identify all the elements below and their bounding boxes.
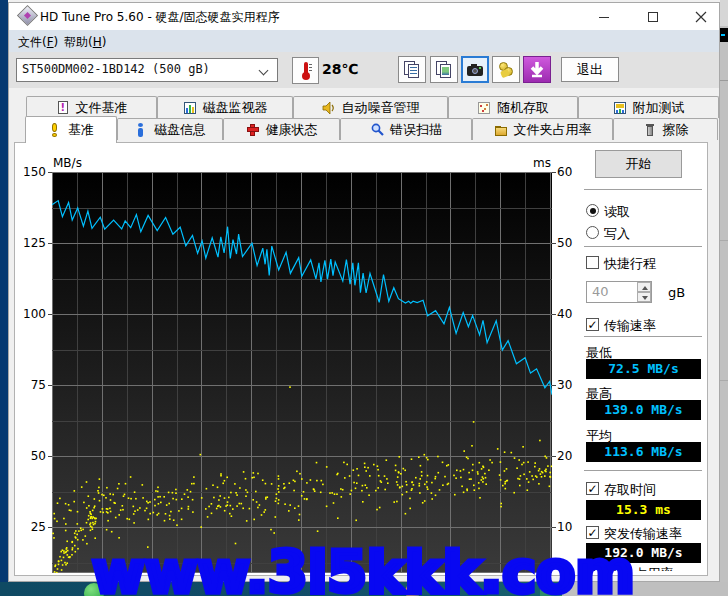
download-arrow-icon (524, 57, 550, 82)
screenshot-button[interactable] (461, 56, 489, 83)
benchmark-chart (52, 172, 552, 573)
menu-file[interactable]: 文件(F) (14, 33, 62, 52)
tab-erase[interactable]: 擦除 (613, 118, 718, 140)
avg-value: 113.6 MB/s (586, 442, 701, 462)
temperature-button[interactable] (292, 57, 319, 84)
tab-error-scan[interactable]: 错误扫描 (340, 118, 472, 140)
benchmark-icon (48, 123, 62, 137)
temperature-value: 28℃ (322, 61, 358, 77)
health-cross-icon (246, 123, 260, 137)
desktop-wallpaper-strip (0, 0, 8, 596)
speaker-icon (322, 101, 336, 115)
minimize-button[interactable] (595, 8, 613, 26)
radio-read-label: 读取 (604, 203, 630, 221)
checkbox-access-time[interactable]: ✓ (586, 482, 599, 495)
save-button[interactable] (523, 56, 551, 83)
checkbox-burst-rate[interactable]: ✓ (586, 526, 599, 539)
max-value: 139.0 MB/s (586, 400, 701, 420)
tab-random-access[interactable]: 随机存取 (448, 96, 578, 118)
checkbox-transfer-label: 传输速率 (604, 317, 656, 335)
watermark: www.3l5kkk.com (92, 539, 635, 596)
trash-icon (643, 123, 657, 137)
separator (584, 336, 702, 338)
start-button[interactable]: 开始 (595, 150, 682, 178)
left-axis-unit: MB/s (53, 156, 82, 170)
tab-disk-info[interactable]: 磁盘信息 (117, 118, 223, 140)
radio-write[interactable] (586, 226, 599, 239)
spin-up-button[interactable] (637, 282, 651, 292)
background-window-strip (720, 0, 728, 582)
right-axis-unit: ms (512, 156, 551, 170)
separator (584, 246, 702, 248)
checkbox-shortstroke-label: 快捷行程 (604, 255, 656, 273)
copy-image-button[interactable] (430, 56, 458, 83)
checkbox-transfer[interactable]: ✓ (586, 318, 599, 331)
menu-help[interactable]: 帮助(H) (60, 33, 110, 52)
maximize-button[interactable] (644, 8, 662, 26)
checkbox-shortstroke[interactable] (586, 256, 599, 269)
screen: HD Tune Pro 5.60 - 硬盘/固态硬盘实用程序 文件(F) 帮助(… (0, 0, 728, 596)
tab-aam[interactable]: 自动噪音管理 (293, 96, 448, 118)
close-button[interactable] (692, 8, 710, 26)
tab-folder-usage[interactable]: 文件夹占用率 (472, 118, 613, 140)
radio-read[interactable] (586, 204, 599, 217)
menubar (9, 30, 719, 52)
tab-extra-tests[interactable]: 附加测试 (578, 96, 719, 118)
folder-icon (494, 123, 508, 137)
tab-health[interactable]: 健康状态 (223, 118, 340, 140)
separator (584, 189, 702, 191)
shortstroke-unit: gB (668, 285, 685, 300)
chevron-down-icon (260, 67, 268, 75)
file-benchmark-icon: ! (56, 101, 70, 115)
min-value: 72.5 MB/s (586, 359, 701, 379)
window-title: HD Tune Pro 5.60 - 硬盘/固态硬盘实用程序 (40, 9, 280, 26)
tab-benchmark[interactable]: 基准 (25, 116, 117, 143)
magnifier-icon (370, 123, 384, 137)
tab-file-benchmark[interactable]: ! 文件基准 (26, 96, 157, 118)
radio-write-label: 写入 (604, 225, 630, 243)
random-access-icon (477, 101, 491, 115)
drive-select-value: ST500DM002-1BD142 (500 gB) (22, 62, 210, 76)
access-time-value: 15.3 ms (586, 500, 701, 520)
checkbox-access-time-label: 存取时间 (604, 481, 656, 499)
disk-info-icon (134, 123, 148, 137)
exit-button[interactable]: 退出 (561, 57, 619, 82)
copy-button[interactable] (398, 56, 426, 83)
spin-down-button[interactable] (637, 292, 651, 302)
acoustic-button[interactable] (492, 56, 520, 83)
tab-disk-monitor[interactable]: 磁盘监视器 (157, 96, 293, 118)
extra-tests-icon (613, 101, 627, 115)
disk-monitor-icon (183, 101, 197, 115)
separator (584, 470, 702, 472)
shortstroke-value: 40 (592, 284, 609, 299)
